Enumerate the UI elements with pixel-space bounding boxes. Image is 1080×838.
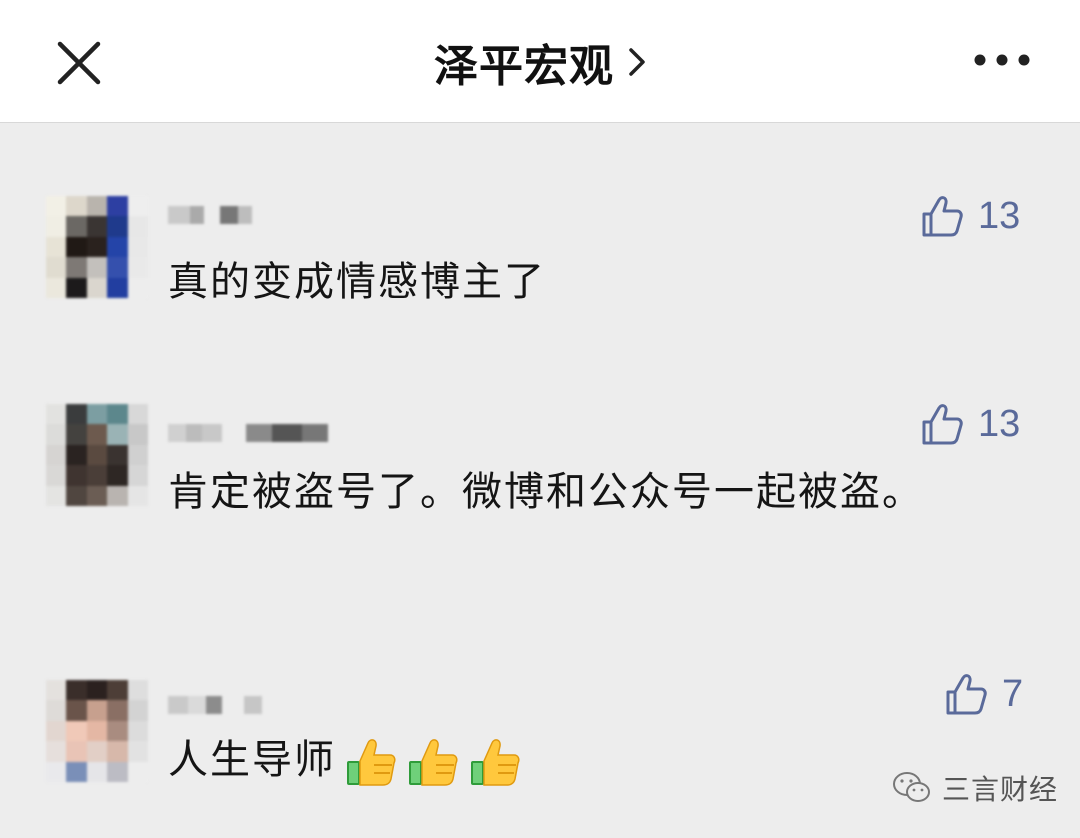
like-count: 7	[1002, 672, 1024, 715]
like-count: 13	[978, 402, 1021, 445]
username-blurred[interactable]	[168, 690, 262, 720]
comment-text-wrap: 人生导师	[168, 726, 968, 794]
thumbs-up-icon	[946, 674, 987, 715]
comment-text: 肯定被盗号了。微博和公众号一起被盗。	[168, 469, 924, 515]
watermark: 三言财经	[892, 768, 1058, 808]
watermark-text: 三言财经	[942, 773, 1059, 806]
like-button[interactable]: 13	[920, 402, 1020, 446]
avatar[interactable]	[46, 196, 148, 298]
username-blurred[interactable]	[168, 418, 328, 448]
thumbs-up-icon	[471, 739, 520, 786]
account-title-link[interactable]: 泽平宏观	[0, 30, 1080, 94]
comment-text: 真的变成情感博主了	[168, 259, 546, 305]
thumbs-up-icon	[347, 739, 396, 786]
chevron-right-icon	[629, 48, 645, 76]
avatar[interactable]	[46, 680, 148, 782]
like-count: 13	[978, 194, 1021, 237]
like-button[interactable]: 7	[944, 672, 1023, 716]
wechat-icon	[893, 772, 930, 802]
comment-text: 人生导师	[168, 737, 336, 783]
thumbs-up-icon	[922, 196, 963, 237]
top-bar: 泽平宏观	[0, 0, 1080, 123]
more-icon[interactable]	[970, 44, 1034, 76]
thumbs-up-icon	[922, 404, 963, 445]
like-button[interactable]: 13	[920, 194, 1020, 238]
avatar[interactable]	[46, 404, 148, 506]
thumbs-up-icon	[409, 739, 458, 786]
page-title: 泽平宏观	[434, 41, 614, 92]
username-blurred[interactable]	[168, 200, 252, 230]
